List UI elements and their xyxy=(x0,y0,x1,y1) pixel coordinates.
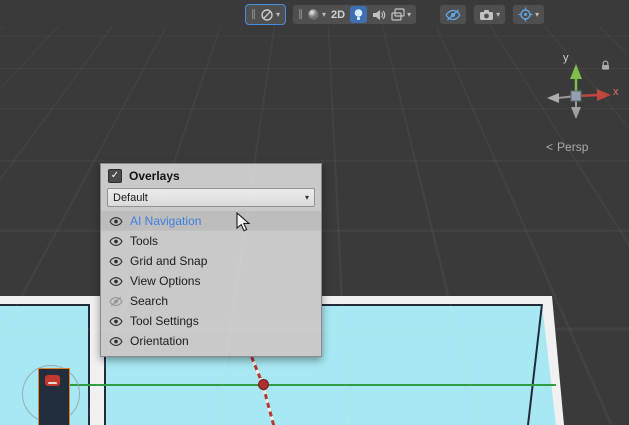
overlay-compass-icon xyxy=(260,8,274,22)
grid-green-axis-line xyxy=(64,384,556,386)
effects-dropdown-button[interactable]: ▾ xyxy=(391,8,411,21)
menu-item-ai-navigation[interactable]: AI Navigation xyxy=(101,211,321,231)
chevron-down-icon: ▾ xyxy=(496,11,500,19)
chevron-down-icon: ▾ xyxy=(305,194,309,202)
axis-x-label: x xyxy=(613,86,619,98)
scene-visibility-toolbar xyxy=(439,4,467,25)
gizmos-button[interactable]: ▾ xyxy=(518,7,539,22)
overlays-menu-header: ✓ Overlays xyxy=(101,164,321,187)
scene-visibility-button[interactable] xyxy=(445,9,461,21)
draw-mode-button[interactable]: ▾ xyxy=(307,8,326,21)
menu-item-label: Grid and Snap xyxy=(130,254,207,268)
menu-item-tools[interactable]: Tools xyxy=(101,231,321,251)
overlay-menu-button[interactable]: ▾ xyxy=(260,8,280,22)
axis-negx-cone xyxy=(547,93,559,103)
nav-path-waypoint xyxy=(258,379,269,390)
overlays-menu-title: Overlays xyxy=(129,169,180,183)
eye-visible-icon[interactable] xyxy=(109,216,123,227)
view-options-toolbar: ∥ ▾ 2D ▾ xyxy=(292,4,417,25)
overlays-menu: ✓ Overlays Default ▾ AI Navigation Tools… xyxy=(100,163,322,357)
toggle-2d-button[interactable]: 2D xyxy=(331,9,345,21)
menu-item-label: AI Navigation xyxy=(130,214,201,228)
axis-negy-cone xyxy=(571,107,581,119)
menu-item-tool-settings[interactable]: Tool Settings xyxy=(101,311,321,331)
camera-icon xyxy=(479,9,494,21)
menu-item-label: Tool Settings xyxy=(130,314,199,328)
axis-x-cone xyxy=(597,89,611,101)
lighting-toggle-button[interactable] xyxy=(350,6,367,23)
menu-item-view-options[interactable]: View Options xyxy=(101,271,321,291)
drag-handle-icon[interactable]: ∥ xyxy=(298,10,302,20)
lock-icon[interactable] xyxy=(600,60,611,71)
eye-visible-icon[interactable] xyxy=(109,276,123,287)
drag-handle-icon[interactable]: ∥ xyxy=(251,10,255,20)
eye-visible-icon[interactable] xyxy=(109,336,123,347)
chevron-down-icon: ▾ xyxy=(322,11,326,19)
menu-item-label: Search xyxy=(130,294,168,308)
eye-visible-icon[interactable] xyxy=(109,316,123,327)
overlay-preset-dropdown[interactable]: Default ▾ xyxy=(107,188,315,207)
menu-item-orientation[interactable]: Orientation xyxy=(101,331,321,351)
eye-visible-icon[interactable] xyxy=(109,256,123,267)
speaker-icon xyxy=(372,9,386,21)
overlay-menu-toolbar: ∥ ▾ xyxy=(245,4,286,25)
projection-arrow-icon: < xyxy=(546,140,553,154)
chevron-down-icon: ▾ xyxy=(407,11,411,19)
camera-settings-button[interactable]: ▾ xyxy=(479,9,500,21)
eye-hidden-icon[interactable] xyxy=(109,296,123,307)
mouse-cursor xyxy=(236,212,251,233)
overlay-preset-value: Default xyxy=(113,192,148,204)
gizmo-center-cube xyxy=(571,91,581,101)
menu-item-label: Tools xyxy=(130,234,158,248)
selected-scene-object[interactable] xyxy=(38,368,70,425)
camera-toolbar: ▾ xyxy=(473,4,506,25)
eye-slash-icon xyxy=(445,9,461,21)
menu-item-label: View Options xyxy=(130,274,200,288)
scene-toolbar: ∥ ▾ ∥ ▾ 2D xyxy=(245,4,545,25)
projection-label: Persp xyxy=(557,140,588,154)
effects-layers-icon xyxy=(391,8,405,21)
object-icon xyxy=(45,375,60,386)
projection-toggle[interactable]: < Persp xyxy=(546,140,588,154)
eye-visible-icon[interactable] xyxy=(109,236,123,247)
light-bulb-icon xyxy=(353,8,364,21)
overlays-enabled-checkbox[interactable]: ✓ xyxy=(108,169,122,183)
shaded-sphere-icon xyxy=(307,8,320,21)
gizmo-target-icon xyxy=(518,7,533,22)
audio-toggle-button[interactable] xyxy=(372,9,386,21)
menu-item-search[interactable]: Search xyxy=(101,291,321,311)
axis-y-cone xyxy=(570,64,582,79)
menu-item-label: Orientation xyxy=(130,334,189,348)
axis-y-label: y xyxy=(563,52,569,64)
overlays-menu-list: AI Navigation Tools Grid and Snap View O… xyxy=(101,211,321,356)
chevron-down-icon: ▾ xyxy=(535,11,539,19)
menu-item-grid-and-snap[interactable]: Grid and Snap xyxy=(101,251,321,271)
chevron-down-icon: ▾ xyxy=(276,11,280,19)
gizmos-toolbar: ▾ xyxy=(512,4,545,25)
